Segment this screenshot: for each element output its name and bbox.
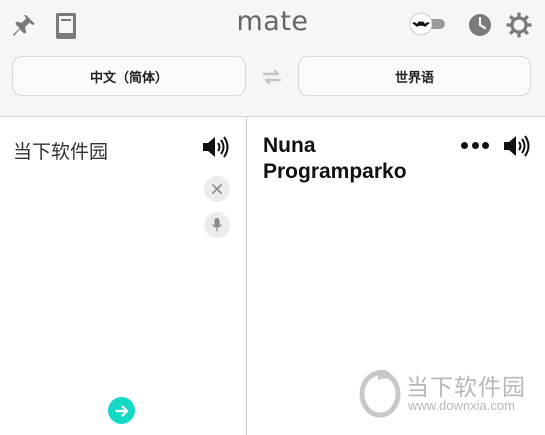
source-language-button[interactable]: 中文（简体）: [12, 56, 246, 96]
target-language-button[interactable]: 世界语: [298, 56, 531, 96]
panel-divider: [246, 117, 247, 435]
gear-icon[interactable]: [505, 11, 533, 39]
watermark-name: 当下软件园: [406, 375, 526, 401]
arrow-right-icon[interactable]: [108, 397, 135, 424]
dot: [461, 141, 468, 149]
translation-line-2: Programparko: [263, 160, 407, 183]
watermark: 当下软件园 www.downxia.com: [358, 364, 538, 424]
microphone-icon[interactable]: [204, 212, 230, 238]
header-bar: mate 中文（简体） 世界语: [0, 0, 545, 117]
app-title: mate: [236, 6, 309, 37]
watermark-logo-icon: [358, 366, 404, 418]
speaker-icon[interactable]: [202, 134, 232, 160]
more-dots-icon[interactable]: [461, 139, 489, 151]
dot: [471, 141, 479, 149]
clock-icon[interactable]: [467, 12, 493, 38]
close-icon[interactable]: [204, 176, 230, 202]
speaker-icon[interactable]: [503, 133, 533, 159]
source-text-input[interactable]: 当下软件园: [13, 137, 108, 164]
translation-line-1: Nuna: [263, 134, 316, 157]
dot: [482, 141, 489, 149]
watermark-url: www.downxia.com: [408, 398, 515, 413]
swap-arrows-icon[interactable]: [260, 66, 284, 88]
bat-toggle-icon[interactable]: [408, 12, 446, 36]
translation-output: Nuna Programparko: [263, 133, 463, 185]
